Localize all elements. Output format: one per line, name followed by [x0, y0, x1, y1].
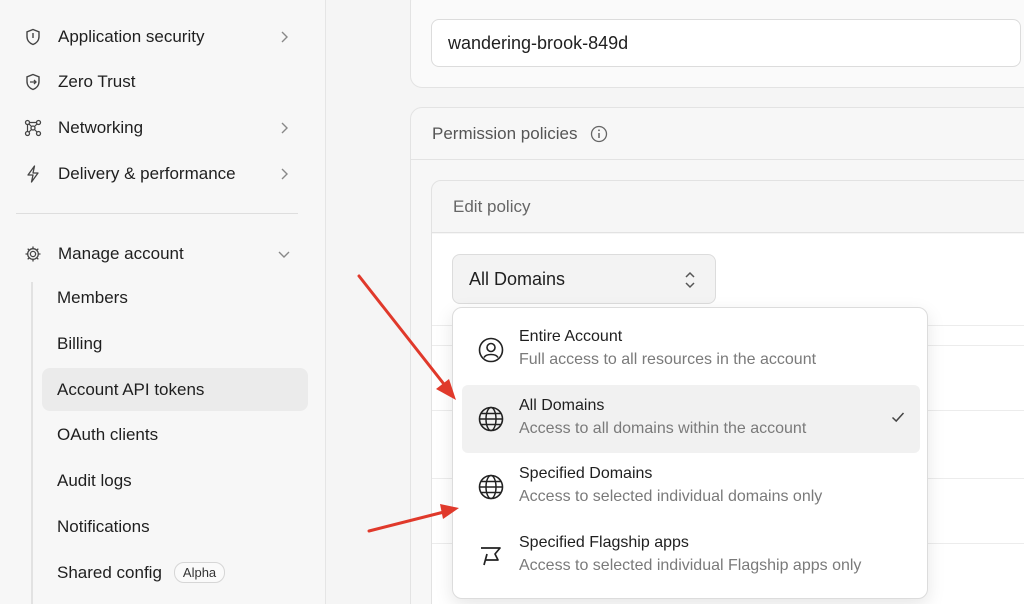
flag-icon	[478, 543, 504, 569]
edit-policy-title: Edit policy	[453, 196, 531, 216]
user-circle-icon	[478, 337, 504, 363]
sidebar-subitem-label: Notifications	[57, 516, 150, 536]
chevron-right-icon	[276, 29, 292, 45]
sidebar-item-label: Application security	[58, 27, 205, 46]
sidebar-subitem-account-api-tokens[interactable]: Account API tokens	[42, 368, 308, 411]
sidebar-subitem-billing[interactable]: Billing	[42, 322, 308, 365]
sidebar-subitem-label: Billing	[57, 333, 103, 353]
sidebar-divider	[16, 213, 298, 214]
option-description: Full access to all resources in the acco…	[519, 351, 817, 368]
sidebar-subitem-label: Account API tokens	[57, 379, 205, 399]
sidebar-item-manage-account[interactable]: Manage account	[16, 234, 306, 274]
scope-dropdown-menu: Entire Account Full access to all resour…	[452, 307, 928, 599]
scope-option-entire-account[interactable]: Entire Account Full access to all resour…	[462, 316, 920, 384]
sidebar-item-label: Zero Trust	[58, 72, 136, 91]
globe-icon	[478, 474, 504, 500]
sidebar-subitem-audit-logs[interactable]: Audit logs	[42, 459, 308, 502]
sidebar-subitem-label: Audit logs	[57, 470, 132, 490]
check-icon	[890, 409, 906, 425]
alpha-badge: Alpha	[173, 562, 226, 583]
scope-option-specified-flagship-apps[interactable]: Specified Flagship apps Access to select…	[462, 522, 920, 590]
scope-option-all-domains[interactable]: All Domains Access to all domains within…	[462, 385, 920, 453]
bolt-icon	[24, 165, 42, 183]
scope-select[interactable]: All Domains	[452, 254, 716, 304]
chevron-right-icon	[276, 120, 292, 136]
sidebar-subitem-label: Members	[57, 287, 128, 307]
info-icon[interactable]	[590, 125, 608, 143]
scope-select-value: All Domains	[469, 268, 566, 289]
sidebar-item-application-security[interactable]: Application security	[16, 17, 306, 57]
zero-trust-icon	[24, 73, 42, 91]
token-name-input[interactable]	[431, 19, 1021, 67]
option-description: Access to all domains within the account	[519, 420, 807, 437]
sidebar-subitem-oauth-clients[interactable]: OAuth clients	[42, 413, 308, 456]
scope-option-specified-domains[interactable]: Specified Domains Access to selected ind…	[462, 453, 920, 521]
sidebar-subitem-notifications[interactable]: Notifications	[42, 505, 308, 548]
option-description: Access to selected individual domains on…	[519, 488, 823, 505]
option-description: Access to selected individual Flagship a…	[519, 557, 862, 574]
gear-icon	[24, 245, 42, 263]
sidebar: Application security Zero Trust Networki…	[0, 0, 326, 604]
edit-policy-header: Edit policy	[432, 181, 1024, 233]
chevron-up-down-icon	[683, 270, 697, 290]
option-title: Specified Domains	[519, 465, 653, 482]
sidebar-item-label: Manage account	[58, 244, 184, 263]
sidebar-item-label: Networking	[58, 118, 144, 137]
sidebar-item-zero-trust[interactable]: Zero Trust	[16, 62, 306, 102]
sidebar-item-delivery-performance[interactable]: Delivery & performance	[16, 154, 306, 194]
option-title: Entire Account	[519, 328, 623, 345]
network-icon	[24, 119, 42, 137]
sidebar-subitem-label: Shared config	[57, 562, 162, 582]
sidebar-item-label: Delivery & performance	[58, 164, 236, 183]
option-title: Specified Flagship apps	[519, 534, 689, 551]
sidebar-item-networking[interactable]: Networking	[16, 108, 306, 148]
sidebar-subitem-label: OAuth clients	[57, 424, 159, 444]
sidebar-subitem-shared-config[interactable]: Shared config Alpha	[42, 551, 308, 594]
sidebar-subitem-members[interactable]: Members	[42, 276, 308, 319]
chevron-right-icon	[276, 166, 292, 182]
shield-icon	[24, 28, 42, 46]
chevron-down-icon	[276, 246, 292, 262]
option-title: All Domains	[519, 397, 605, 414]
permission-policies-header: Permission policies	[411, 108, 1024, 160]
permission-policies-title: Permission policies	[432, 123, 578, 143]
globe-icon	[478, 406, 504, 432]
submenu-guide-line	[31, 282, 33, 604]
